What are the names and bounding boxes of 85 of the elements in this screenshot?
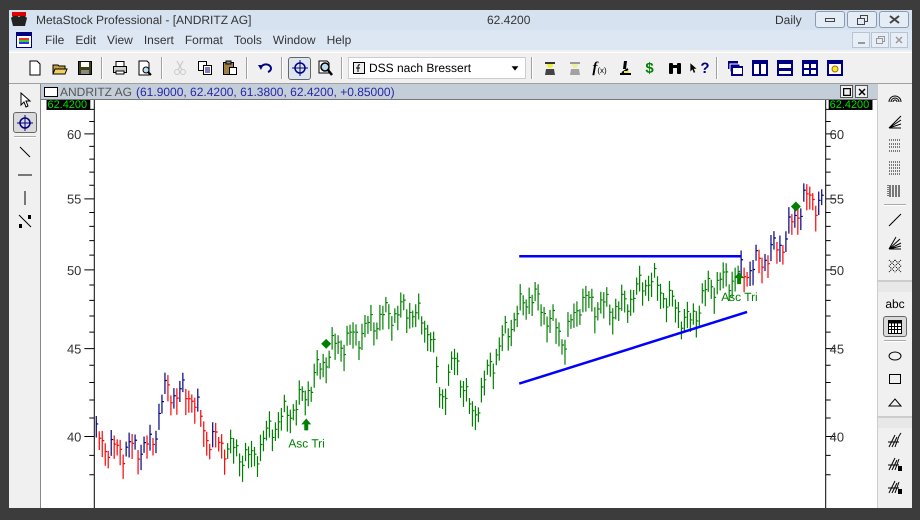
pitchfork-icon — [887, 432, 903, 448]
scissors-icon — [172, 60, 188, 76]
arcs-icon — [888, 94, 902, 102]
vertical-line-icon — [24, 190, 26, 204]
clipboard-icon — [222, 60, 238, 76]
diamond-marker — [790, 202, 801, 212]
toolbar-button[interactable]: f(x) — [588, 56, 611, 80]
up-arrow-icon — [301, 418, 312, 430]
drawing-tool-button[interactable] — [883, 316, 907, 337]
close-icon — [858, 88, 866, 96]
formula-dropdown[interactable]: DSS nach Bressert — [348, 57, 526, 79]
menu-item[interactable]: Help — [322, 31, 356, 49]
axis-label: 60 — [830, 126, 844, 142]
minimize-button[interactable] — [815, 11, 845, 28]
maximize-icon — [842, 88, 850, 96]
restore-icon — [856, 14, 868, 24]
axis-label: 50 — [66, 262, 82, 278]
drawing-tool-button[interactable]: abc — [883, 293, 907, 314]
close-button[interactable] — [879, 11, 909, 28]
periodicity-label: Daily — [775, 12, 802, 29]
axis-label: 55 — [66, 192, 82, 207]
diamond-marker — [321, 338, 332, 349]
maximize-button[interactable] — [840, 85, 853, 98]
dropdown-value: DSS nach Bressert — [369, 60, 472, 77]
toolbox-grip[interactable] — [878, 280, 912, 292]
axis-label: 50 — [830, 262, 844, 278]
document-magnifier-icon — [136, 60, 152, 76]
fan-lines-icon — [887, 114, 903, 130]
security-name: ANDRITZ AG — [60, 86, 132, 98]
horizontal-line-icon — [18, 174, 32, 176]
menu-item[interactable]: Edit — [71, 31, 100, 49]
magnifier-icon — [316, 60, 332, 76]
minimize-icon — [858, 42, 864, 44]
price-tag: 62.4200 — [46, 100, 90, 111]
layout-gear-icon — [826, 60, 842, 76]
menu-item[interactable]: Window — [268, 31, 320, 49]
minimize-icon — [825, 18, 835, 22]
formula-icon — [353, 62, 365, 74]
tile-horizontal-icon — [776, 60, 792, 76]
app-logo-icon — [10, 12, 28, 28]
window-title: MetaStock Professional - [ANDRITZ AG] — [36, 12, 252, 29]
price-tag: 62.4200 — [828, 100, 872, 111]
axis-label: 40 — [66, 429, 82, 444]
menu-item[interactable]: Format — [180, 31, 227, 49]
toolbar-button[interactable] — [288, 56, 311, 80]
close-button[interactable] — [855, 85, 868, 98]
gann-fan-icon — [887, 234, 903, 250]
document-icon — [26, 60, 42, 76]
close-icon — [895, 36, 903, 44]
close-icon — [888, 15, 900, 24]
annotation-label: Asc Tri — [288, 436, 325, 450]
document-window-icon[interactable] — [16, 32, 32, 48]
crosshair-icon — [292, 60, 308, 76]
up-arrow-icon — [734, 272, 744, 284]
menu-item[interactable]: Tools — [230, 31, 266, 49]
trendline-icon — [887, 212, 903, 228]
diagonal-line-icon — [16, 144, 32, 160]
support-resistance-line-icon — [16, 212, 32, 228]
restore-button[interactable] — [847, 11, 877, 28]
copy-icon — [196, 60, 212, 76]
last-price: 62.4200 — [487, 12, 530, 29]
menu-item[interactable]: File — [41, 31, 68, 49]
toolbar-button[interactable]: $ — [638, 56, 661, 80]
grid-icon — [887, 318, 903, 334]
price-quote: (61.9000, 62.4200, 61.3800, 62.4200, +0.85000) — [136, 86, 395, 98]
axis-label: 60 — [66, 126, 82, 142]
axis-label: 45 — [66, 342, 82, 357]
crosshair-icon — [16, 114, 32, 130]
axis-label: 40 — [830, 429, 844, 444]
menu-item[interactable]: View — [103, 31, 137, 49]
printer-icon — [112, 60, 128, 76]
crosshatch-icon — [887, 258, 903, 274]
dotted-lines-icon — [887, 160, 903, 176]
restore-icon — [876, 36, 884, 44]
cascade-windows-icon — [726, 60, 742, 76]
toolbox-grip[interactable] — [878, 416, 912, 428]
fibonacci-lines-icon — [887, 136, 903, 152]
menu-item[interactable]: Insert — [140, 31, 178, 49]
toolbar-button[interactable]: ? — [688, 56, 711, 80]
tile-vertical-icon — [752, 60, 768, 76]
drawing-tool-button[interactable] — [12, 112, 36, 133]
axis-label: 45 — [830, 342, 844, 357]
chart-window-icon — [44, 86, 58, 96]
tile-grid-icon — [802, 60, 818, 76]
axis-label: 55 — [830, 192, 844, 207]
